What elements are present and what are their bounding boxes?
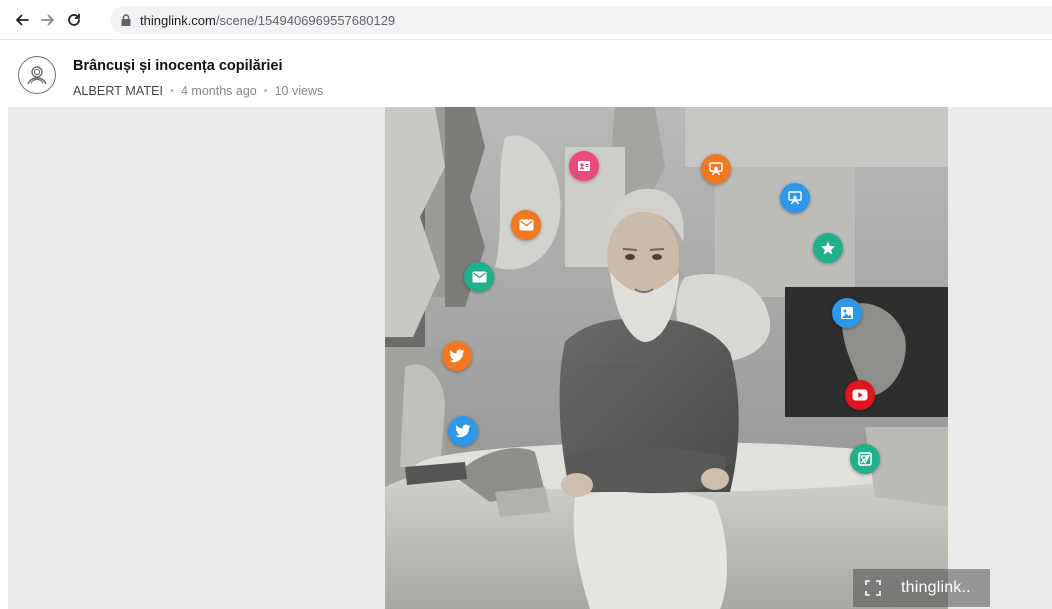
thinglink-logo[interactable]: thinglink.. <box>893 569 990 607</box>
hotspot-twitter[interactable] <box>448 416 478 446</box>
view-count: 10 views <box>274 84 324 98</box>
forward-icon[interactable] <box>38 10 58 30</box>
image-icon <box>841 307 853 319</box>
map-icon <box>858 452 872 466</box>
twitter-icon <box>449 349 465 363</box>
browser-toolbar: thinglink.com/scene/1549406969557680129 <box>0 0 1052 40</box>
teacher-icon <box>709 162 723 176</box>
avatar[interactable] <box>18 56 56 94</box>
teacher-icon <box>788 191 802 205</box>
back-icon[interactable] <box>12 10 32 30</box>
reload-icon[interactable] <box>64 10 84 30</box>
hotspot-star[interactable] <box>813 233 843 263</box>
hotspot-twitter[interactable] <box>442 341 472 371</box>
contact-card-icon <box>578 161 590 171</box>
hotspot-mail[interactable] <box>464 262 494 292</box>
hotspot-mail[interactable] <box>511 210 541 240</box>
hotspot-teacher[interactable] <box>780 183 810 213</box>
scene-meta: ALBERT MATEI • 4 months ago • 10 views <box>73 84 323 98</box>
url-text: thinglink.com/scene/1549406969557680129 <box>140 13 395 28</box>
mail-icon <box>472 271 486 283</box>
meta-separator: • <box>263 85 268 97</box>
url-host: thinglink.com <box>140 12 216 28</box>
page-title: Brâncuși și inocența copilăriei <box>73 58 283 74</box>
fullscreen-button[interactable] <box>853 569 893 607</box>
youtube-icon <box>852 389 868 401</box>
address-bar[interactable]: thinglink.com/scene/1549406969557680129 <box>110 6 1052 34</box>
url-path: /scene/1549406969557680129 <box>215 12 396 28</box>
meta-separator: • <box>170 85 174 97</box>
star-icon <box>821 241 835 255</box>
hotspot-youtube[interactable] <box>845 380 875 410</box>
mail-icon <box>519 219 533 231</box>
lock-icon <box>120 13 132 27</box>
twitter-icon <box>455 424 471 438</box>
post-time: 4 months ago <box>180 84 257 98</box>
scene-header: Brâncuși și inocența copilăriei ALBERT M… <box>0 40 1052 107</box>
author-link[interactable]: ALBERT MATEI <box>73 84 163 98</box>
fullscreen-icon <box>865 580 881 596</box>
hotspot-image[interactable] <box>832 298 862 328</box>
hotspot-map[interactable] <box>850 444 880 474</box>
hotspot-teacher[interactable] <box>701 154 731 184</box>
user-icon <box>27 66 47 85</box>
hotspot-contact-card[interactable] <box>569 151 599 181</box>
